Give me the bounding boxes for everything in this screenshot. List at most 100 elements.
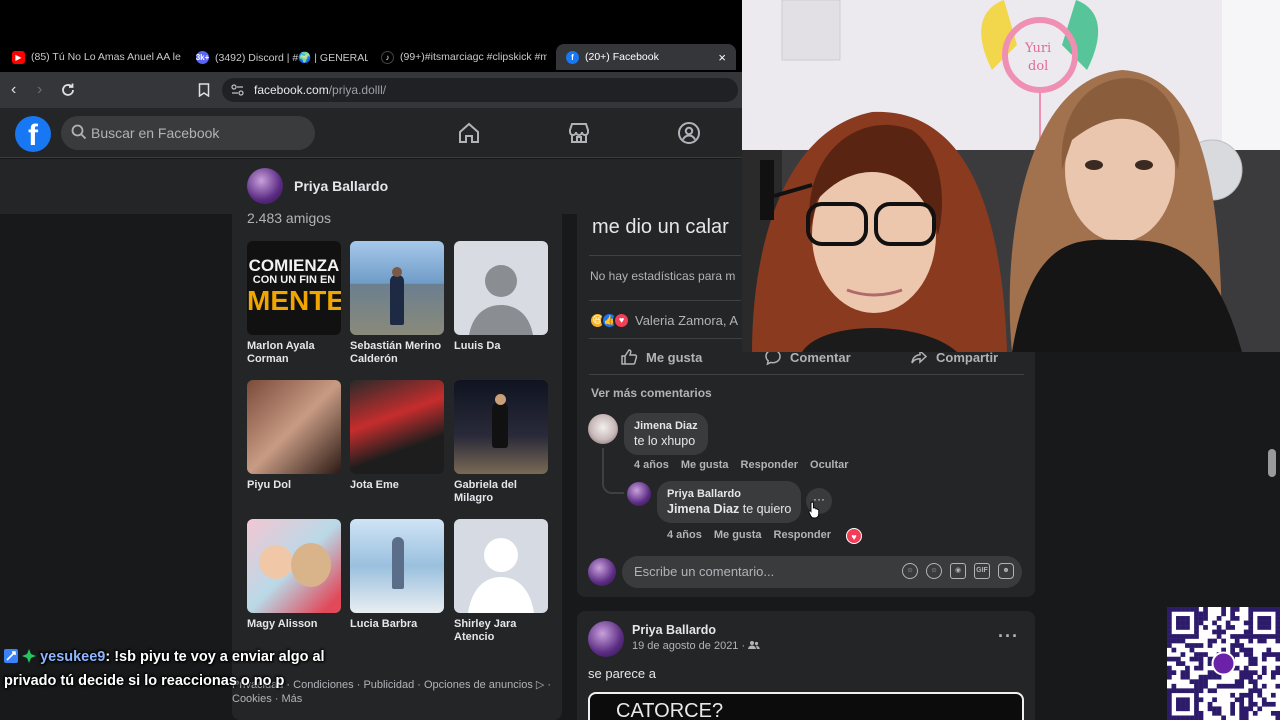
comment-time[interactable]: 4 años [667,529,702,541]
friend-tile[interactable]: Luuis Da [454,241,548,353]
mention-link[interactable]: Jimena Diaz [667,502,739,516]
friend-photo-placeholder [454,241,548,335]
camera-icon[interactable]: ◉ [950,563,966,579]
profile-avatar[interactable] [247,168,283,204]
hand-cursor-icon [808,501,820,519]
comment-reply-button[interactable]: Responder [774,529,831,541]
friend-name: Sebastián Merino Calderón [350,340,442,365]
marketplace-icon[interactable] [567,121,591,145]
search-input[interactable]: Buscar en Facebook [61,116,315,150]
emoji-icon[interactable]: ☺ [926,563,942,579]
scrollbar-thumb[interactable] [1268,449,1276,477]
comment-author[interactable]: Priya Ballardo [667,487,791,501]
post-text: me dio un calar [592,216,729,238]
tab-youtube[interactable]: ▶ (85) Tú No Lo Amas Anuel AA le [12,44,182,70]
search-icon [71,124,87,140]
love-reaction-badge-icon[interactable]: ♥ [846,528,862,544]
post-text: se parece a [588,666,656,681]
comment-time[interactable]: 4 años [634,459,669,471]
chat-username[interactable]: yesukee9 [40,649,105,665]
comment-actions: 4 años Me gusta Responder Ocultar [634,459,849,471]
post-stats: No hay estadísticas para m [590,269,736,283]
post-media[interactable]: CATORCE? [588,692,1024,720]
friend-photo [247,519,341,613]
friend-tile[interactable]: Magy Alisson [247,519,341,631]
comment-like-button[interactable]: Me gusta [681,459,729,471]
post-author-avatar[interactable] [588,621,624,657]
moderator-badge-icon [4,649,18,663]
friend-photo: COMIENZA CON UN FIN EN MENTE [247,241,341,335]
default-avatar-icon [469,265,533,335]
friends-count[interactable]: 2.483 amigos [247,210,331,226]
comment-bubble: Jimena Diaz te lo xhupo [624,413,708,455]
reload-icon[interactable] [60,82,76,98]
tab-tiktok[interactable]: ♪ (99+)#itsmarciagc #clipskick #m [381,44,547,70]
friends-audience-icon [748,641,761,649]
profile-name[interactable]: Priya Ballardo [294,178,388,194]
svg-text:Yuri: Yuri [1024,41,1051,56]
comment-like-button[interactable]: Me gusta [714,529,762,541]
like-button[interactable]: Me gusta [620,348,702,366]
youtube-icon: ▶ [12,50,25,64]
groups-icon[interactable] [677,121,701,145]
tab-facebook[interactable]: f (20+) Facebook × [556,44,736,70]
love-reaction-icon: ♥ [613,311,630,329]
footer-links-2[interactable]: Cookies · Más [232,692,562,706]
friend-name: Shirley Jara Atencio [454,618,517,643]
tab-discord[interactable]: 3k+ (3492) Discord | #🌍 | GENERAL | P [196,44,368,70]
friend-name: Gabriela del Milagro [454,479,517,504]
sticker-icon[interactable]: ☻ [998,563,1014,579]
site-settings-icon[interactable] [231,84,244,96]
comment-reply-button[interactable]: Responder [741,459,798,471]
close-tab-icon[interactable]: × [718,50,726,65]
current-user-avatar[interactable] [588,558,616,586]
default-avatar-icon [468,538,534,613]
post-options-icon[interactable]: ··· [998,626,1019,647]
comment-input[interactable]: Escribe un comentario... ☺ ☺ ◉ GIF ☻ [622,556,1022,588]
post-date[interactable]: 19 de agosto de 2021 · [632,640,761,652]
friend-tile[interactable]: Piyu Dol [247,380,341,492]
friend-tile[interactable]: Gabriela del Milagro [454,380,548,505]
gif-icon[interactable]: GIF [974,563,990,579]
friend-tile[interactable]: Sebastián Merino Calderón [350,241,444,366]
svg-text:dol: dol [1028,59,1048,74]
thumbs-up-icon [621,349,638,365]
facebook-logo-icon[interactable]: f [15,116,51,152]
friend-name: Marlon Ayala Corman [247,340,315,365]
commenter-avatar[interactable] [627,482,651,506]
friend-tile[interactable]: COMIENZA CON UN FIN EN MENTE Marlon Ayal… [247,241,341,366]
commenter-avatar[interactable] [588,414,618,444]
comment-text: te lo xhupo [634,434,696,448]
reply-thread-line [602,448,624,494]
browser-tab-bar: ▶ (85) Tú No Lo Amas Anuel AA le 3k+ (34… [0,0,742,72]
friend-tile[interactable]: Lucia Barbra [350,519,444,631]
reactions-summary[interactable]: 😆 👍 ♥ Valeria Zamora, A [589,311,738,329]
friend-tile[interactable]: Shirley Jara Atencio [454,519,548,644]
avatar-sticker-icon[interactable]: ☺ [902,563,918,579]
comment-actions: 4 años Me gusta Responder [667,529,831,541]
donation-qr-code [1167,607,1280,720]
bookmark-icon[interactable] [198,83,210,97]
screen: ▶ (85) Tú No Lo Amas Anuel AA le 3k+ (34… [0,0,1280,720]
home-icon[interactable] [457,121,481,145]
webcam-scene: Yuri dol [742,0,1280,352]
sparkle-badge-icon [22,649,37,663]
url-field[interactable]: facebook.com/priya.dolll/ [222,78,738,102]
divider [589,300,741,301]
friend-name: Piyu Dol [247,479,292,491]
comment-tools: ☺ ☺ ◉ GIF ☻ [902,563,1014,579]
friend-name: Lucia Barbra [350,618,418,630]
view-more-comments-link[interactable]: Ver más comentarios [591,386,712,400]
post-author[interactable]: Priya Ballardo [632,623,716,637]
forward-icon[interactable]: › [37,81,42,99]
comment-hide-button[interactable]: Ocultar [810,459,849,471]
friend-tile[interactable]: Jota Eme [350,380,444,492]
webcam-overlay: Yuri dol [742,0,1280,352]
friend-name: Jota Eme [350,479,399,491]
facebook-header: f Buscar en Facebook [0,108,742,158]
friend-photo [350,380,444,474]
friend-photo [454,380,548,474]
comment-author[interactable]: Jimena Diaz [634,419,698,433]
post-media-caption: CATORCE? [616,700,724,720]
back-icon[interactable]: ‹ [11,81,16,99]
